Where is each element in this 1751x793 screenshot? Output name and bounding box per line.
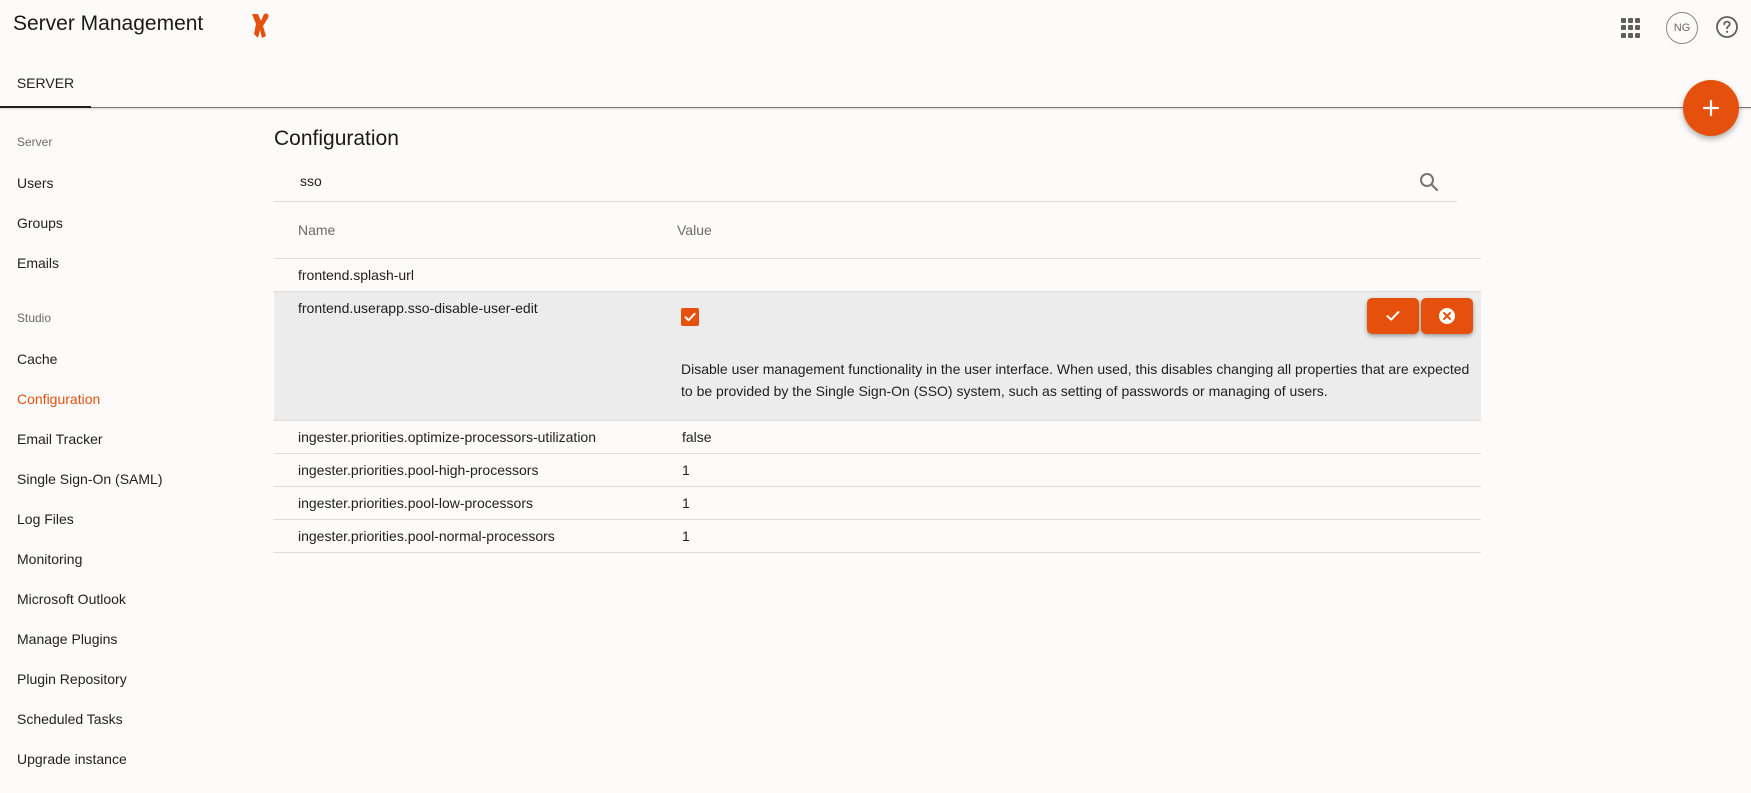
column-header-value: Value bbox=[677, 222, 712, 238]
sidebar-section-server: Server bbox=[17, 135, 53, 149]
checkmark-icon bbox=[684, 312, 696, 322]
sidebar-section-studio: Studio bbox=[17, 311, 52, 325]
plus-icon bbox=[1702, 99, 1720, 117]
table-row-editing[interactable]: frontend.userapp.sso-disable-user-edit D… bbox=[274, 292, 1481, 421]
tab-bar: SERVER bbox=[0, 60, 1751, 108]
table-row[interactable]: ingester.priorities.optimize-processors-… bbox=[274, 421, 1481, 454]
cancel-button[interactable] bbox=[1421, 298, 1473, 334]
value-checkbox[interactable] bbox=[681, 308, 699, 326]
row-value: 1 bbox=[682, 528, 690, 544]
sidebar-item-upgrade-instance[interactable]: Upgrade instance bbox=[17, 751, 127, 767]
row-description: Disable user management functionality in… bbox=[681, 361, 1470, 399]
row-name: frontend.userapp.sso-disable-user-edit bbox=[298, 300, 538, 316]
row-value: 1 bbox=[682, 495, 690, 511]
row-value: 1 bbox=[682, 462, 690, 478]
check-icon bbox=[1386, 311, 1400, 321]
page-title: Configuration bbox=[274, 127, 399, 150]
table-row[interactable]: ingester.priorities.pool-low-processors … bbox=[274, 487, 1481, 520]
avatar[interactable]: NG bbox=[1666, 12, 1698, 44]
sidebar-item-emails[interactable]: Emails bbox=[17, 255, 59, 271]
row-name: ingester.priorities.pool-low-processors bbox=[298, 495, 533, 511]
sidebar-item-manage-plugins[interactable]: Manage Plugins bbox=[17, 631, 117, 647]
row-value: false bbox=[682, 429, 712, 445]
search-icon[interactable] bbox=[1418, 171, 1440, 193]
sidebar-item-configuration[interactable]: Configuration bbox=[17, 391, 100, 407]
logo-icon[interactable] bbox=[246, 10, 274, 42]
table-header: Name Value bbox=[274, 208, 1481, 259]
sidebar-item-cache[interactable]: Cache bbox=[17, 351, 57, 367]
search-input[interactable] bbox=[298, 170, 1398, 192]
table-row[interactable]: ingester.priorities.pool-high-processors… bbox=[274, 454, 1481, 487]
save-button[interactable] bbox=[1367, 298, 1419, 334]
apps-grid-icon[interactable] bbox=[1621, 18, 1641, 38]
row-name: ingester.priorities.pool-high-processors bbox=[298, 462, 539, 478]
cancel-circle-icon bbox=[1439, 308, 1455, 324]
top-app-bar: Server Management NG bbox=[0, 0, 1751, 52]
row-name: frontend.splash-url bbox=[298, 267, 414, 283]
table-row[interactable]: ingester.priorities.pool-normal-processo… bbox=[274, 520, 1481, 553]
sidebar-item-groups[interactable]: Groups bbox=[17, 215, 63, 231]
add-button[interactable] bbox=[1683, 80, 1739, 136]
sidebar-item-log-files[interactable]: Log Files bbox=[17, 511, 74, 527]
table-row[interactable]: frontend.splash-url bbox=[274, 259, 1481, 292]
column-header-name: Name bbox=[298, 222, 336, 238]
sidebar-item-users[interactable]: Users bbox=[17, 175, 54, 191]
app-title: Server Management bbox=[13, 12, 204, 35]
search-bar bbox=[274, 160, 1457, 202]
sidebar-item-scheduled-tasks[interactable]: Scheduled Tasks bbox=[17, 711, 123, 727]
sidebar-item-plugin-repository[interactable]: Plugin Repository bbox=[17, 671, 127, 687]
row-name: ingester.priorities.pool-normal-processo… bbox=[298, 528, 555, 544]
row-name: ingester.priorities.optimize-processors-… bbox=[298, 429, 597, 445]
sidebar-item-microsoft-outlook[interactable]: Microsoft Outlook bbox=[17, 591, 126, 607]
sidebar-item-monitoring[interactable]: Monitoring bbox=[17, 551, 82, 567]
sidebar-item-single-sign-on[interactable]: Single Sign-On (SAML) bbox=[17, 471, 163, 487]
tab-server[interactable]: SERVER bbox=[0, 60, 91, 108]
help-icon[interactable] bbox=[1715, 15, 1739, 39]
sidebar-item-email-tracker[interactable]: Email Tracker bbox=[17, 431, 103, 447]
